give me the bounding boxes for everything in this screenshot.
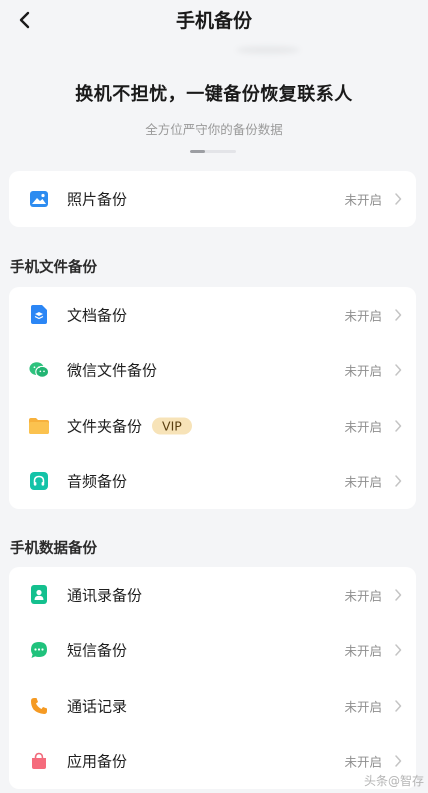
list-item-audio-backup[interactable]: 音频备份 未开启 xyxy=(9,454,416,510)
watermark: 头条@智存 xyxy=(363,774,424,788)
status-text: 未开启 xyxy=(344,474,382,490)
list-item-label: 应用备份 xyxy=(67,752,128,771)
list-item-app-backup[interactable]: 应用备份 未开启 xyxy=(9,734,416,790)
status-text: 未开启 xyxy=(344,699,382,715)
chevron-right-icon xyxy=(395,644,402,656)
list-item-label: 通讯录备份 xyxy=(67,586,143,605)
section-title-files: 手机文件备份 xyxy=(10,260,97,276)
chevron-right-icon xyxy=(395,475,402,487)
chevron-right-icon xyxy=(395,364,402,376)
vip-badge: VIP xyxy=(152,417,192,435)
list-item-folder-backup[interactable]: 文件夹备份 VIP 未开启 xyxy=(9,398,416,454)
list-item-label: 文件夹备份 VIP xyxy=(67,415,192,436)
chevron-right-icon xyxy=(395,755,402,767)
top-bar: 手机备份 xyxy=(0,0,428,40)
app-bag-icon xyxy=(29,751,49,771)
page-title: 手机备份 xyxy=(175,10,252,32)
wechat-icon xyxy=(29,360,49,380)
phone-icon xyxy=(29,696,49,716)
chevron-right-icon xyxy=(395,420,402,432)
status-text: 未开启 xyxy=(344,643,382,659)
list-item-wechat-file-backup[interactable]: 微信文件备份 未开启 xyxy=(9,343,416,399)
status-text: 未开启 xyxy=(344,192,382,208)
status-text: 未开启 xyxy=(344,588,382,604)
list-item-label: 音频备份 xyxy=(67,472,128,491)
list-item-label: 微信文件备份 xyxy=(67,361,158,380)
list-item-label: 文档备份 xyxy=(67,306,128,325)
image-icon xyxy=(29,189,49,209)
decorative-shadow xyxy=(236,46,300,54)
status-text: 未开启 xyxy=(344,308,382,324)
chevron-right-icon xyxy=(395,309,402,321)
folder-icon xyxy=(29,416,49,436)
list-item-call-log[interactable]: 通话记录 未开启 xyxy=(9,678,416,734)
contacts-icon xyxy=(29,585,49,605)
carousel-indicator xyxy=(190,150,236,153)
photo-backup-card: 照片备份 未开启 xyxy=(9,171,416,227)
hero-subtitle: 全方位严守你的备份数据 xyxy=(145,122,283,137)
data-backup-card: 通讯录备份 未开启 短信备份 未开启 通话记录 未开启 应用备份 未开启 xyxy=(9,567,416,789)
file-backup-card: 文档备份 未开启 微信文件备份 未开启 文件夹备份 VIP 未开启 音频备份 未… xyxy=(9,287,416,509)
list-item-contacts-backup[interactable]: 通讯录备份 未开启 xyxy=(9,567,416,623)
status-text: 未开启 xyxy=(344,363,382,379)
status-text: 未开启 xyxy=(344,754,382,770)
status-text: 未开启 xyxy=(344,419,382,435)
list-item-label: 通话记录 xyxy=(67,697,128,716)
chevron-right-icon xyxy=(395,589,402,601)
chevron-right-icon xyxy=(395,193,402,205)
list-item-label-text: 文件夹备份 xyxy=(67,417,143,436)
section-title-data: 手机数据备份 xyxy=(10,541,97,557)
list-item-label: 照片备份 xyxy=(67,190,128,209)
carousel-indicator-active xyxy=(190,150,205,153)
hero-title: 换机不担忧，一键备份恢复联系人 xyxy=(75,84,353,105)
message-icon xyxy=(29,640,49,660)
list-item-sms-backup[interactable]: 短信备份 未开启 xyxy=(9,623,416,679)
document-icon xyxy=(29,305,49,325)
list-item-photo-backup[interactable]: 照片备份 未开启 xyxy=(9,171,416,227)
list-item-document-backup[interactable]: 文档备份 未开启 xyxy=(9,287,416,343)
chevron-right-icon xyxy=(395,700,402,712)
headphones-icon xyxy=(29,471,49,491)
list-item-label: 短信备份 xyxy=(67,641,128,660)
